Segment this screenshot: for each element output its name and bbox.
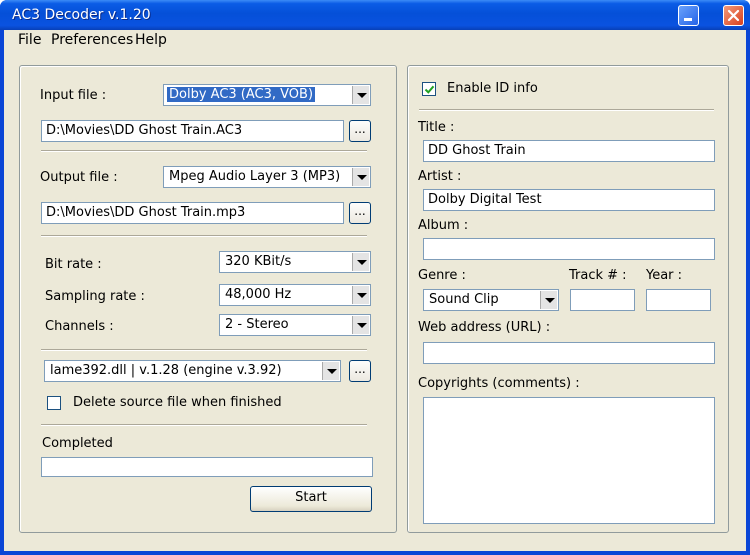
channels-value: 2 - Stereo [225,317,289,332]
menu-bar: File Preferences Help [4,30,746,50]
genre-label: Genre : [418,268,466,283]
separator [41,424,367,426]
input-file-label: Input file : [40,88,107,103]
channels-select[interactable]: 2 - Stereo [219,314,371,336]
input-path-field[interactable]: D:\Movies\DD Ghost Train.AC3 [41,120,344,142]
chevron-down-icon[interactable] [352,168,369,186]
year-field[interactable] [646,289,711,311]
output-browse-button[interactable]: ... [349,202,371,224]
album-field[interactable] [423,238,715,260]
track-label: Track # : [569,268,627,283]
client-area: File Preferences Help Input file : Dolby… [4,30,746,551]
menu-help[interactable]: Help [135,32,167,48]
separator [41,150,367,152]
window-title: AC3 Decoder v.1.20 [12,7,151,23]
completed-label: Completed [42,436,113,451]
input-format-value: Dolby AC3 (AC3, VOB) [167,87,316,102]
input-browse-button[interactable]: ... [349,120,371,142]
title-field[interactable]: DD Ghost Train [423,140,715,162]
chevron-down-icon[interactable] [540,291,557,309]
start-button[interactable]: Start [250,486,372,512]
bitrate-label: Bit rate : [45,257,102,272]
minimize-icon [684,18,692,21]
artist-field[interactable]: Dolby Digital Test [423,189,715,211]
enable-id-info-label: Enable ID info [447,81,538,96]
close-icon [727,9,740,22]
genre-value: Sound Clip [429,292,499,307]
separator [41,349,367,351]
chevron-down-icon[interactable] [352,253,369,271]
title-bar[interactable]: AC3 Decoder v.1.20 [0,0,750,30]
output-path-field[interactable]: D:\Movies\DD Ghost Train.mp3 [41,202,344,224]
copyrights-textarea[interactable] [423,397,715,524]
conversion-panel: Input file : Dolby AC3 (AC3, VOB) D:\Mov… [19,65,397,533]
sampling-rate-select[interactable]: 48,000 Hz [219,284,371,306]
channels-label: Channels : [45,319,114,334]
checkmark-icon [424,85,435,94]
output-format-select[interactable]: Mpeg Audio Layer 3 (MP3) [163,166,371,188]
separator [41,235,367,237]
sampling-rate-value: 48,000 Hz [225,287,292,302]
app-window: AC3 Decoder v.1.20 File Preferences Help… [0,0,750,555]
year-label: Year : [646,268,683,283]
conversion-progress-bar [41,457,373,477]
bitrate-value: 320 KBit/s [225,254,292,269]
copyrights-label: Copyrights (comments) : [418,376,580,391]
minimize-button[interactable] [678,5,699,26]
delete-source-checkbox[interactable] [47,396,61,410]
bitrate-select[interactable]: 320 KBit/s [219,251,371,273]
close-button[interactable] [723,5,744,26]
url-field[interactable] [423,342,715,364]
delete-source-label: Delete source file when finished [73,395,282,410]
encoder-engine-select[interactable]: lame392.dll | v.1.28 (engine v.3.92) [44,360,341,382]
separator [419,109,714,111]
sampling-rate-label: Sampling rate : [45,289,145,304]
album-label: Album : [418,218,469,233]
output-file-label: Output file : [40,170,118,185]
encoder-engine-value: lame392.dll | v.1.28 (engine v.3.92) [50,363,282,378]
chevron-down-icon[interactable] [352,86,369,104]
enable-id-info-checkbox[interactable] [422,82,436,96]
artist-label: Artist : [418,169,462,184]
track-field[interactable] [570,289,635,311]
engine-browse-button[interactable]: ... [349,360,371,382]
chevron-down-icon[interactable] [322,362,339,380]
chevron-down-icon[interactable] [352,316,369,334]
title-label: Title : [418,120,455,135]
chevron-down-icon[interactable] [352,286,369,304]
output-format-value: Mpeg Audio Layer 3 (MP3) [169,169,341,184]
menu-file[interactable]: File [18,32,41,48]
input-format-select[interactable]: Dolby AC3 (AC3, VOB) [163,84,371,106]
id-info-panel: Enable ID info Title : DD Ghost Train Ar… [407,65,729,533]
menu-preferences[interactable]: Preferences [51,32,133,48]
genre-select[interactable]: Sound Clip [423,289,559,311]
url-label: Web address (URL) : [418,320,551,335]
